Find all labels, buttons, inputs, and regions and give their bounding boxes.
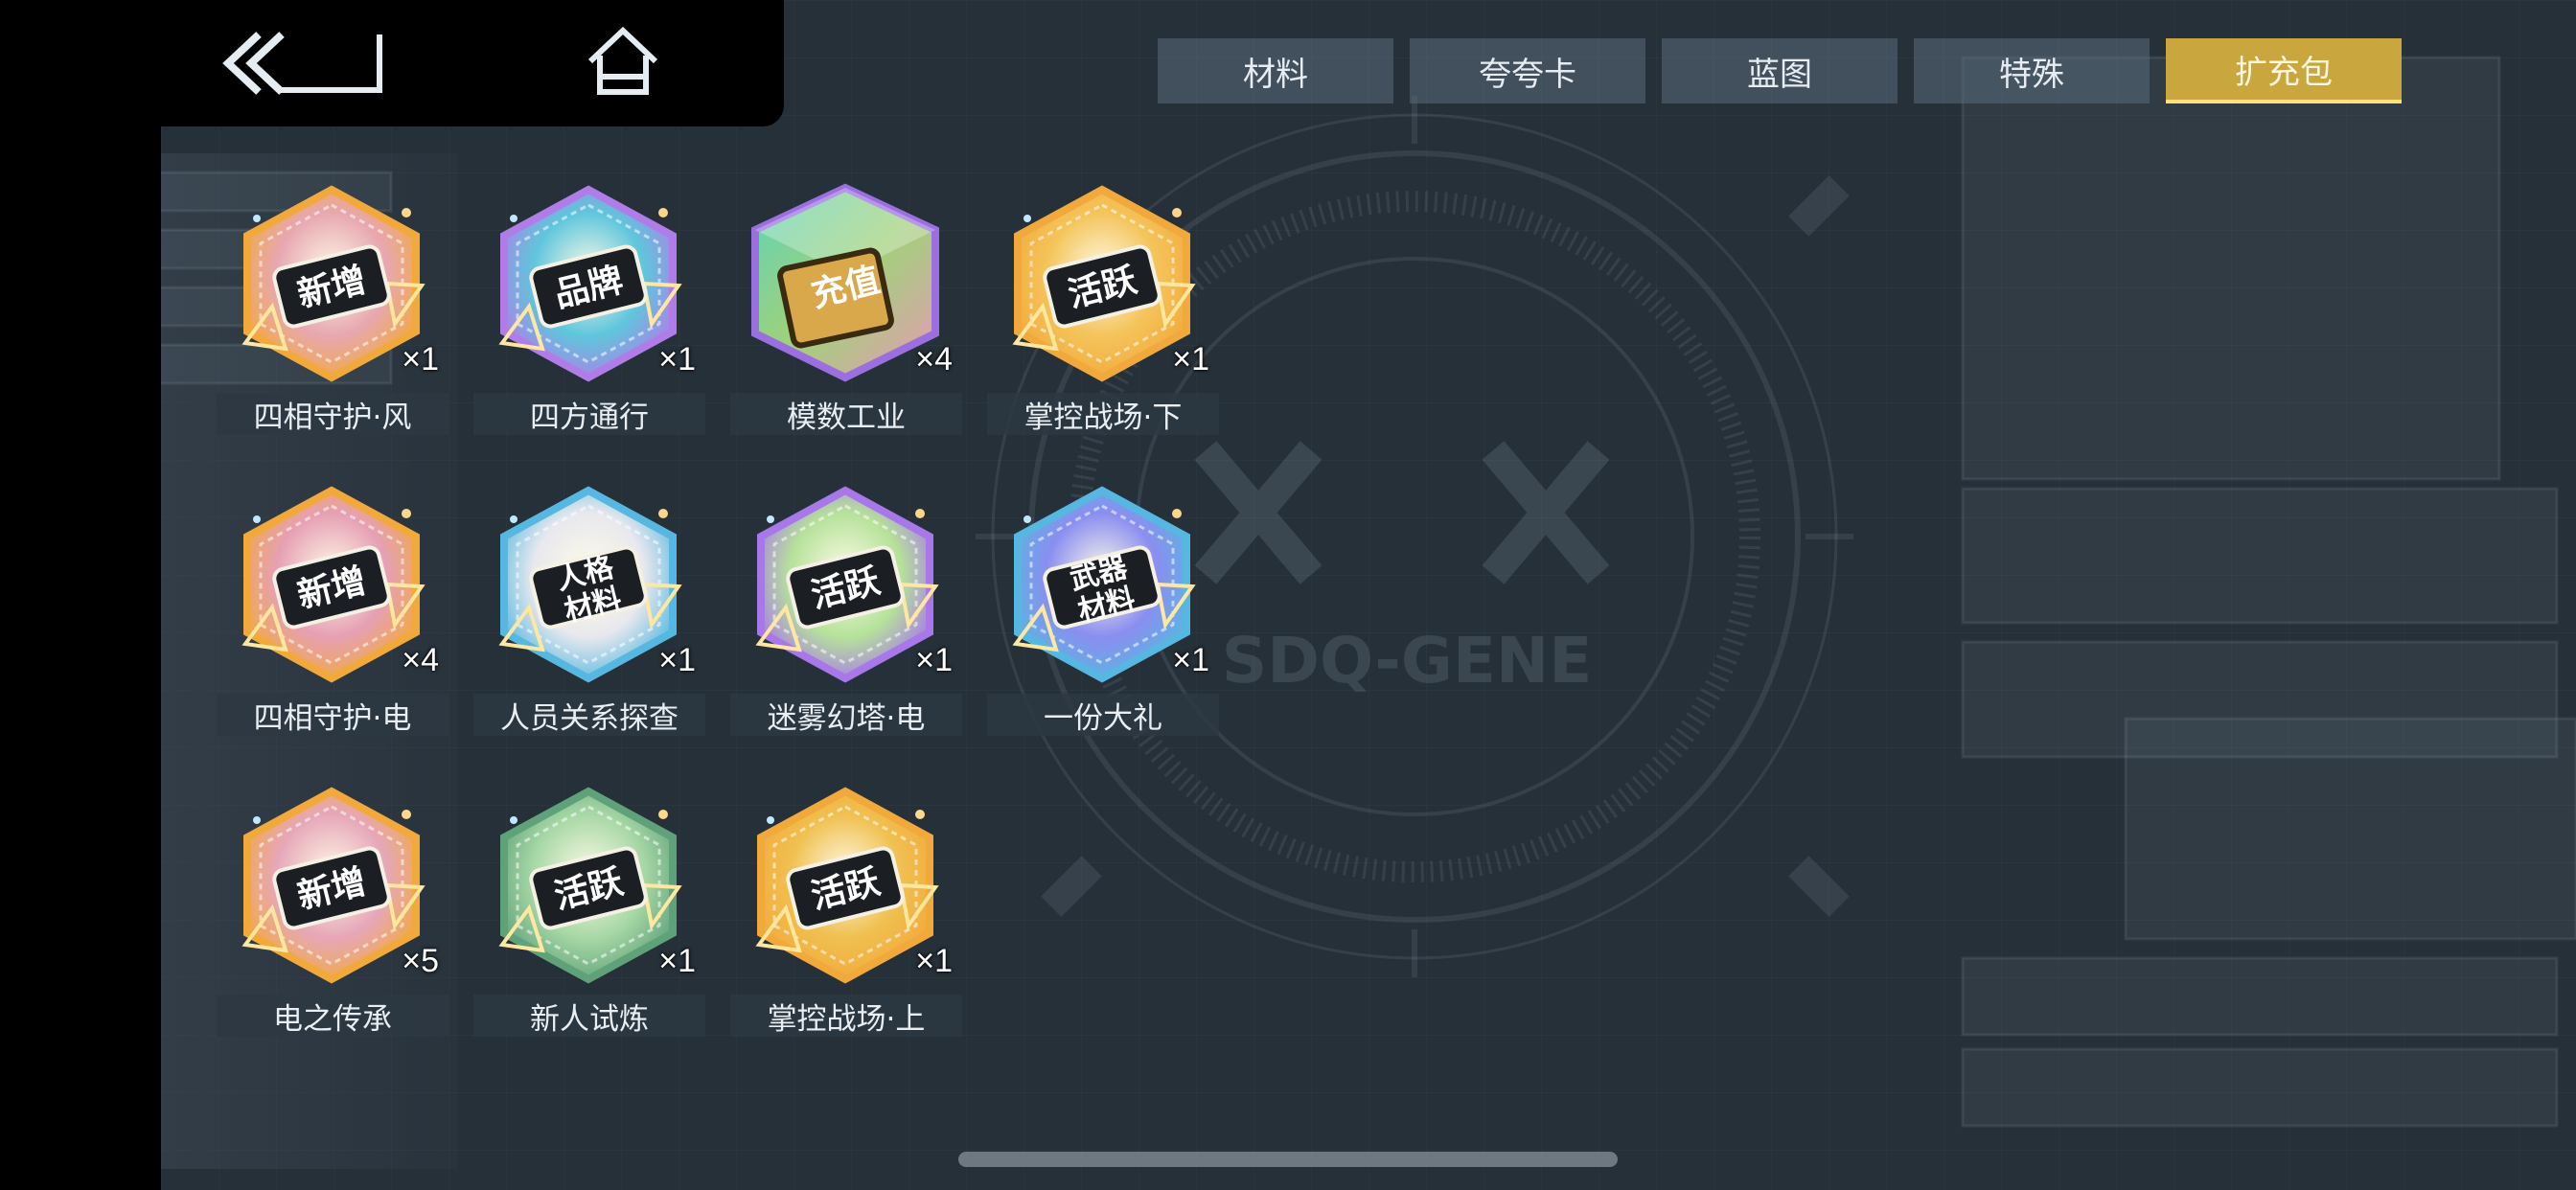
inventory-item[interactable]: 新增 ×4 四相守护·电: [213, 481, 452, 768]
item-count: ×1: [915, 943, 953, 979]
item-name: 四相守护·电: [217, 694, 448, 736]
item-count: ×1: [1172, 341, 1209, 378]
item-name: 四相守护·风: [217, 393, 448, 435]
item-count: ×1: [1172, 642, 1209, 678]
home-icon: [587, 26, 658, 95]
item-name: 新人试炼: [473, 995, 705, 1037]
tab-expansion-packs[interactable]: 扩充包: [2166, 38, 2402, 103]
item-count: ×1: [658, 341, 696, 378]
home-button[interactable]: [585, 25, 661, 98]
item-name: 电之传承: [217, 995, 448, 1037]
tab-blueprints[interactable]: 蓝图: [1662, 38, 1898, 103]
item-name: 一份大礼: [987, 694, 1219, 736]
item-grid: 新增 ×1 四相守护·风 品牌 ×1 四方通行 充值 ×4 模数工业 活跃 ×1…: [213, 180, 1219, 1042]
item-count: ×1: [402, 341, 439, 378]
tab-materials[interactable]: 材料: [1158, 38, 1393, 103]
inventory-item[interactable]: 活跃 ×1 掌控战场·上: [726, 782, 966, 1069]
item-name: 人员关系探查: [473, 694, 705, 736]
inventory-item[interactable]: 充值 ×4 模数工业: [726, 180, 966, 468]
tab-special[interactable]: 特殊: [1914, 38, 2150, 103]
top-nav-bar: [0, 0, 784, 126]
inventory-item[interactable]: 活跃 ×1 迷雾幻塔·电: [726, 481, 966, 768]
horizontal-scrollbar[interactable]: [958, 1152, 1618, 1167]
item-name: 模数工业: [730, 393, 962, 435]
back-icon: [222, 32, 382, 95]
inventory-item[interactable]: 新增 ×5 电之传承: [213, 782, 452, 1069]
inventory-item[interactable]: 品牌 ×1 四方通行: [470, 180, 709, 468]
item-name: 迷雾幻塔·电: [730, 694, 962, 736]
item-name: 掌控战场·上: [730, 995, 962, 1037]
item-count: ×5: [402, 943, 439, 979]
inventory-item[interactable]: 武器材料 ×1 一份大礼: [983, 481, 1223, 768]
item-name: 四方通行: [473, 393, 705, 435]
item-count: ×1: [658, 642, 696, 678]
inventory-item[interactable]: 活跃 ×1 掌控战场·下: [983, 180, 1223, 468]
inventory-item[interactable]: 人格材料 ×1 人员关系探查: [470, 481, 709, 768]
item-count: ×1: [915, 642, 953, 678]
item-name: 掌控战场·下: [987, 393, 1219, 435]
inventory-item[interactable]: 新增 ×1 四相守护·风: [213, 180, 452, 468]
inventory-item[interactable]: 活跃 ×1 新人试炼: [470, 782, 709, 1069]
tab-praise-cards[interactable]: 夸夸卡: [1410, 38, 1645, 103]
item-count: ×4: [402, 642, 439, 678]
background-logo-text: SDQ-GENE: [1222, 624, 1593, 698]
category-tabs: 材料 夸夸卡 蓝图 特殊 扩充包: [1158, 38, 2402, 103]
item-count: ×4: [915, 341, 953, 378]
back-button[interactable]: [220, 27, 383, 100]
item-count: ×1: [658, 943, 696, 979]
